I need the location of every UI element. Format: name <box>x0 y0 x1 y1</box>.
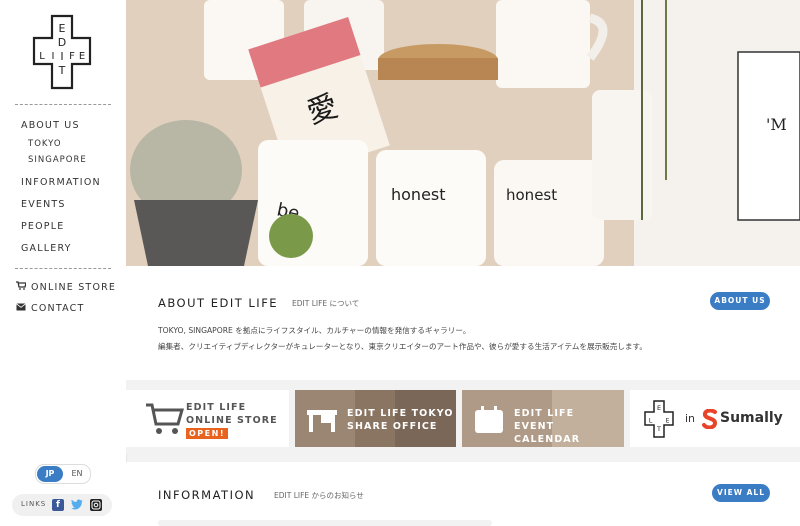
store-open-badge: OPEN! <box>186 428 228 439</box>
online-store-banner[interactable]: EDIT LIFE ONLINE STORE OPEN! <box>126 390 289 447</box>
nav-tokyo[interactable]: TOKYO <box>28 139 62 149</box>
language-switch: JP EN <box>35 464 91 484</box>
svg-text:L: L <box>39 51 45 62</box>
hero-image: 愛 be honest honest 'M <box>126 0 800 266</box>
social-links: LINKS f <box>12 494 112 516</box>
store-banner-line1: EDIT LIFE <box>186 402 247 413</box>
cart-icon <box>16 281 28 293</box>
svg-text:I: I <box>52 51 55 62</box>
svg-text:E: E <box>79 51 85 62</box>
nav-people[interactable]: PEOPLE <box>21 221 64 232</box>
banner-row: EDIT LIFE ONLINE STORE OPEN! EDIT LIFE T… <box>126 380 800 454</box>
about-subtitle: EDIT LIFE について <box>292 299 360 308</box>
sumally-logo-icon <box>702 409 718 429</box>
information-section: INFORMATION EDIT LIFE からのお知らせ VIEW ALL <box>126 462 800 526</box>
edit-life-logo[interactable]: E D I T L I F E <box>32 14 92 90</box>
information-list-item[interactable] <box>158 520 492 526</box>
lang-jp-button[interactable]: JP <box>37 466 63 482</box>
facebook-icon[interactable]: f <box>52 499 64 511</box>
about-text-line1: TOKYO, SINGAPORE を拠点にライフスタイル、カルチャーの情報を発信… <box>158 326 471 335</box>
sidebar: E D I T L I F E ABOUT US TOKYO SINGAPORE… <box>0 0 127 526</box>
instagram-icon[interactable] <box>90 499 102 511</box>
svg-text:T: T <box>58 64 66 77</box>
twitter-icon[interactable] <box>71 499 83 511</box>
about-text-line2: 編集者、クリエイティブディレクターがキュレーターとなり、東京クリエイターのアート… <box>158 342 647 351</box>
sumally-name: Sumally <box>720 410 783 426</box>
share-office-banner[interactable]: EDIT LIFE TOKYO SHARE OFFICE <box>295 390 456 447</box>
nav-gallery[interactable]: GALLERY <box>21 243 72 254</box>
hero-photo: 愛 be honest honest 'M <box>126 0 800 266</box>
svg-text:D: D <box>58 36 66 49</box>
mail-icon <box>16 303 28 314</box>
svg-text:L: L <box>649 418 653 425</box>
svg-text:honest: honest <box>506 186 557 204</box>
svg-text:I: I <box>60 50 63 63</box>
event-calendar-banner[interactable]: EDIT LIFE EVENT CALENDAR <box>462 390 624 447</box>
cart-icon <box>146 403 184 434</box>
desk-icon <box>307 410 337 432</box>
share-banner-line2: SHARE OFFICE <box>347 421 438 432</box>
nav-contact[interactable]: CONTACT <box>16 303 84 314</box>
store-banner-line2: ONLINE STORE <box>186 415 278 426</box>
nav-singapore[interactable]: SINGAPORE <box>28 155 87 165</box>
information-title: INFORMATION <box>158 488 256 502</box>
svg-text:E: E <box>59 22 66 35</box>
lang-en-button[interactable]: EN <box>64 466 90 482</box>
share-banner-line1: EDIT LIFE TOKYO <box>347 408 454 419</box>
nav-contact-label: CONTACT <box>31 303 85 314</box>
calendar-icon <box>475 406 503 433</box>
nav-online-store[interactable]: ONLINE STORE <box>16 281 116 293</box>
nav-online-store-label: ONLINE STORE <box>31 282 117 293</box>
links-label: LINKS <box>21 500 47 508</box>
sumally-in: in <box>685 412 696 425</box>
svg-text:F: F <box>69 51 75 62</box>
svg-text:E: E <box>666 418 670 425</box>
event-banner-line1: EDIT LIFE <box>514 408 575 419</box>
svg-text:T: T <box>656 425 661 433</box>
edit-life-logo-small: E T L E <box>644 400 674 438</box>
svg-text:E: E <box>657 404 661 412</box>
about-title: ABOUT EDIT LIFE <box>158 296 279 310</box>
sumally-banner[interactable]: E T L E in Sumally <box>630 390 800 447</box>
about-us-button[interactable]: ABOUT US <box>710 292 770 310</box>
about-section: ABOUT EDIT LIFE EDIT LIFE について ABOUT US … <box>126 266 800 380</box>
event-banner-line2: EVENT CALENDAR <box>514 421 581 445</box>
information-subtitle: EDIT LIFE からのお知らせ <box>274 491 364 500</box>
nav-events[interactable]: EVENTS <box>21 199 66 210</box>
nav-about-us[interactable]: ABOUT US <box>21 120 80 131</box>
divider <box>15 268 111 269</box>
hero-partial-text: 'M <box>766 115 787 134</box>
divider <box>15 104 111 105</box>
view-all-button[interactable]: VIEW ALL <box>712 484 770 502</box>
svg-text:honest: honest <box>391 185 446 204</box>
nav-information[interactable]: INFORMATION <box>21 177 101 188</box>
